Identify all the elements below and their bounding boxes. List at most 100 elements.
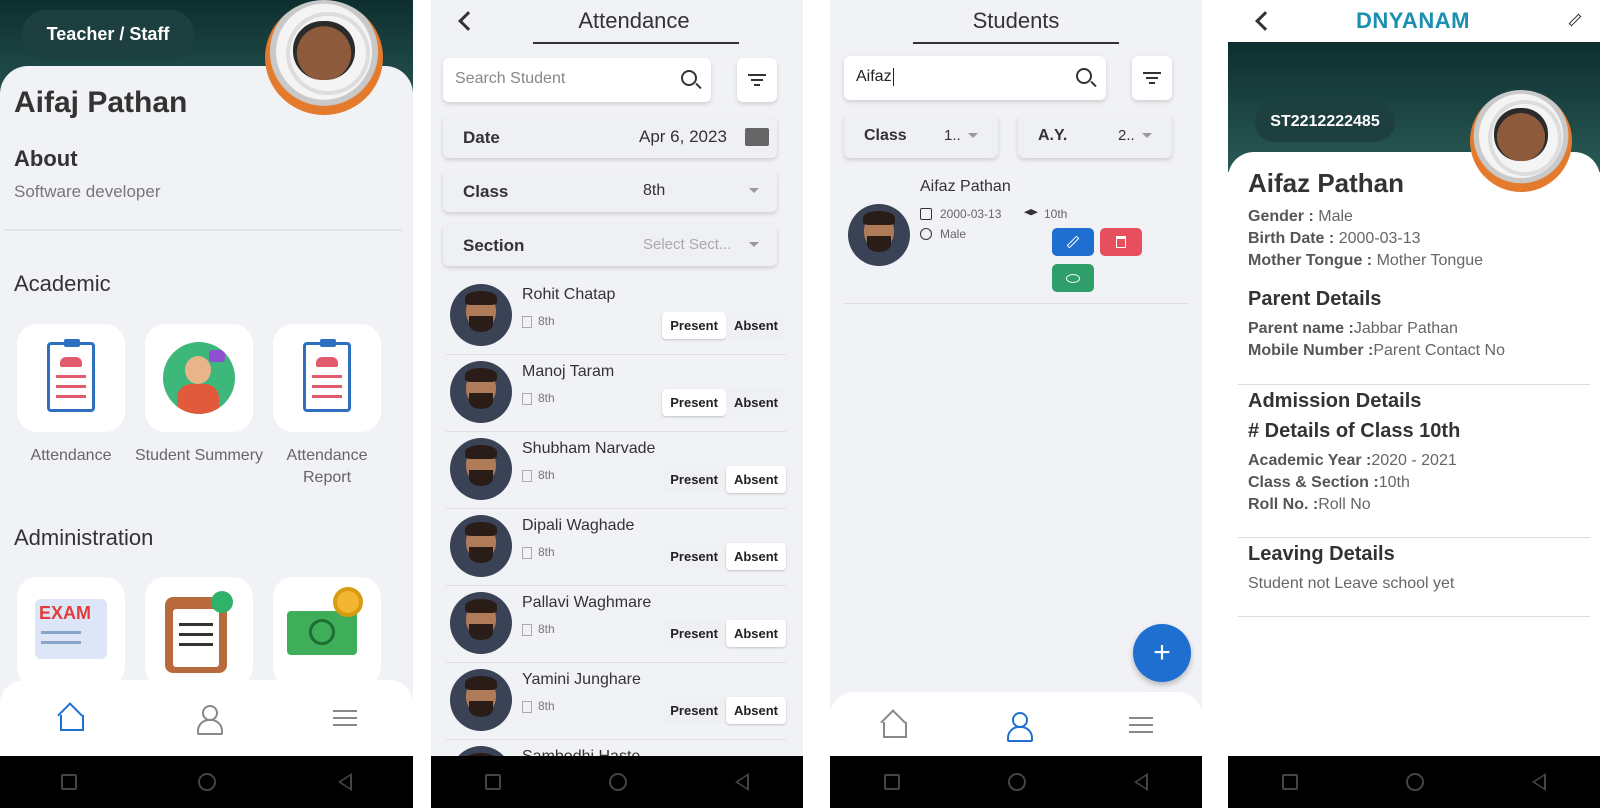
filter-button[interactable]: [737, 58, 777, 102]
student-avatar: [450, 515, 512, 577]
search-box[interactable]: Search Student: [443, 58, 711, 102]
student-name: Yamini Junghare: [522, 671, 641, 688]
absent-button[interactable]: Absent: [725, 312, 786, 339]
student-row: Shubham Narvade 8th Present Absent: [446, 432, 786, 509]
search-input[interactable]: Aifaz: [856, 68, 894, 86]
student-row: Dipali Waghade 8th Present Absent: [446, 509, 786, 586]
present-button[interactable]: Present: [662, 389, 726, 416]
recents-icon[interactable]: [1282, 774, 1298, 790]
user-avatar[interactable]: [265, 0, 383, 115]
student-name: Pallavi Waghmare: [522, 594, 652, 611]
absent-button[interactable]: Absent: [725, 466, 786, 493]
date-field[interactable]: Date Apr 6, 2023: [443, 116, 777, 158]
back-icon[interactable]: [735, 773, 749, 791]
eye-icon: [1066, 273, 1080, 283]
present-button[interactable]: Present: [662, 543, 726, 570]
attendance-tile[interactable]: [17, 324, 125, 432]
attendance-toggle: Present Absent: [662, 389, 786, 416]
date-value: Apr 6, 2023: [639, 127, 727, 146]
search-icon[interactable]: [1076, 68, 1092, 84]
divider: [1238, 616, 1590, 617]
tongue-line: Mother Tongue : Mother Tongue: [1248, 252, 1484, 269]
student-gender: Male: [940, 227, 967, 241]
divider: [1238, 537, 1590, 538]
student-row: Rohit Chatap 8th Present Absent: [446, 278, 786, 355]
ay-label: A.Y.: [1038, 127, 1068, 144]
back-arrow-icon[interactable]: [458, 11, 478, 31]
student-avatar: [848, 204, 910, 266]
student-summary-tile[interactable]: [145, 324, 253, 432]
roll-no-line: Roll No. :Roll No: [1248, 496, 1371, 513]
home-circle-icon[interactable]: [1008, 773, 1026, 791]
edit-button[interactable]: [1052, 228, 1094, 256]
student-avatar: [1470, 90, 1572, 192]
calendar-icon[interactable]: [745, 128, 769, 146]
add-student-fab[interactable]: +: [1133, 624, 1191, 682]
recents-icon[interactable]: [485, 774, 501, 790]
menu-icon[interactable]: [333, 710, 358, 726]
academic-heading: Academic: [14, 271, 111, 296]
student-class: 8th: [522, 314, 555, 328]
student-row: Yamini Junghare 8th Present Absent: [446, 663, 786, 740]
absent-button[interactable]: Absent: [725, 389, 786, 416]
back-icon[interactable]: [338, 773, 353, 791]
recents-icon[interactable]: [884, 774, 900, 790]
attendance-toggle: Present Absent: [662, 466, 786, 493]
class-details-heading: # Details of Class 10th: [1248, 420, 1461, 442]
fees-tile[interactable]: [273, 577, 381, 687]
class-dropdown[interactable]: Class 8th: [443, 170, 777, 212]
home-circle-icon[interactable]: [1406, 773, 1424, 791]
academic-year-dropdown[interactable]: A.Y. 2..: [1018, 114, 1172, 158]
menu-icon[interactable]: [1129, 717, 1153, 733]
student-card[interactable]: Aifaz Pathan 2000-03-13 10th Male: [844, 172, 1188, 304]
absent-button[interactable]: Absent: [725, 697, 786, 724]
parent-name-line: Parent name :Jabbar Pathan: [1248, 320, 1458, 337]
home-icon[interactable]: [56, 705, 84, 731]
administration-heading: Administration: [14, 525, 154, 550]
present-button[interactable]: Present: [662, 312, 726, 339]
profile-icon[interactable]: [1005, 711, 1033, 742]
present-button[interactable]: Present: [662, 466, 726, 493]
exam-tile[interactable]: EXAM: [17, 577, 125, 687]
absent-button[interactable]: Absent: [725, 543, 786, 570]
back-icon[interactable]: [1134, 773, 1148, 791]
student-summary-label: Student Summery: [134, 447, 264, 464]
delete-button[interactable]: [1100, 228, 1142, 256]
recents-icon[interactable]: [60, 774, 77, 790]
clipboard-tile[interactable]: [145, 577, 253, 687]
about-title: About: [14, 146, 78, 171]
back-icon[interactable]: [1532, 773, 1546, 791]
clipboard-icon: [303, 339, 351, 412]
search-box[interactable]: Aifaz: [844, 56, 1106, 100]
home-circle-icon[interactable]: [609, 773, 627, 791]
edit-icon[interactable]: [1568, 13, 1582, 27]
divider: [4, 229, 402, 231]
chevron-down-icon: [749, 188, 759, 193]
student-icon: [163, 342, 235, 414]
home-circle-icon[interactable]: [198, 773, 217, 791]
search-icon[interactable]: [681, 70, 697, 86]
class-dropdown[interactable]: Class 1..: [844, 114, 998, 158]
absent-button[interactable]: Absent: [725, 620, 786, 647]
class-label: Class: [463, 182, 509, 201]
profile-icon[interactable]: [195, 704, 224, 735]
ay-value: 2..: [1118, 127, 1135, 144]
student-class: 8th: [522, 545, 555, 559]
trash-icon: [1116, 236, 1126, 248]
filter-button[interactable]: [1132, 56, 1172, 100]
page-title: Attendance: [578, 8, 690, 33]
student-profile-screen: DNYANAM ST2212222485 Aifaz Pathan Gender…: [1228, 0, 1600, 808]
present-button[interactable]: Present: [662, 697, 726, 724]
brand-title: DNYANAM: [1356, 8, 1470, 33]
attendance-report-tile[interactable]: [273, 324, 381, 432]
search-input[interactable]: Search Student: [455, 70, 565, 88]
home-screen: Teacher / Staff Aifaj Pathan About Softw…: [0, 0, 413, 808]
section-dropdown[interactable]: Section Select Sect...: [443, 224, 777, 266]
view-button[interactable]: [1052, 264, 1094, 292]
home-icon[interactable]: [879, 712, 907, 738]
present-button[interactable]: Present: [662, 620, 726, 647]
back-arrow-icon[interactable]: [1255, 11, 1275, 31]
role-badge: Teacher / Staff: [22, 10, 194, 58]
leaving-text: Student not Leave school yet: [1248, 575, 1455, 592]
student-row: Manoj Taram 8th Present Absent: [446, 355, 786, 432]
